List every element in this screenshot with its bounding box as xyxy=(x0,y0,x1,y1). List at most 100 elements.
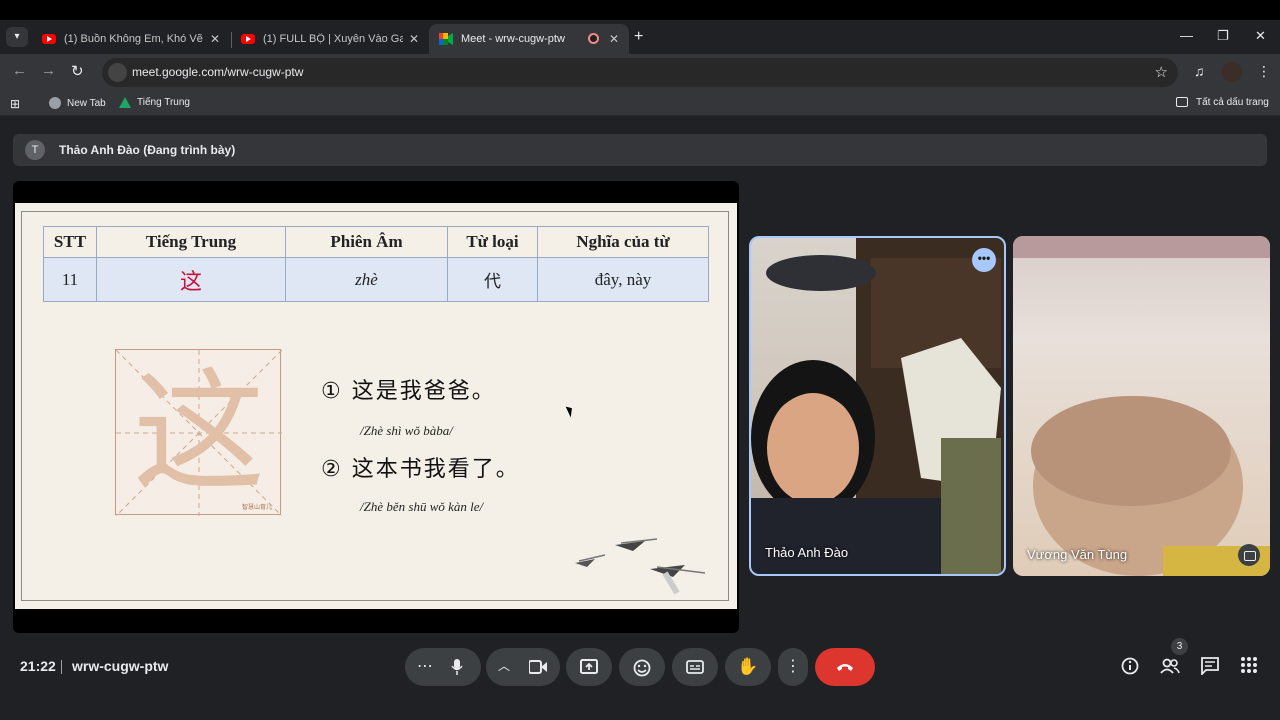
more-options-button[interactable]: ••• xyxy=(972,248,996,272)
sentence-1: ① 这是我爸爸。 xyxy=(321,379,496,404)
more-vert-icon: ⋮ xyxy=(785,658,801,675)
presenter-bar: T Thảo Anh Đào (Đang trình bày) xyxy=(13,134,1267,166)
folder-icon xyxy=(1176,97,1188,107)
reactions-button[interactable] xyxy=(619,648,665,686)
meeting-info-icon[interactable] xyxy=(1121,657,1139,680)
shared-screen: STT Tiếng Trung Phiên Âm Từ loại Nghĩa c… xyxy=(13,181,739,633)
picture-in-picture-icon[interactable] xyxy=(1238,544,1260,566)
header-tieng-trung: Tiếng Trung xyxy=(96,226,286,258)
video-feed xyxy=(1013,236,1270,576)
present-button[interactable] xyxy=(566,648,612,686)
sentence-1-pinyin: /Zhè shì wǒ bàba/ xyxy=(360,423,453,438)
url-text: meet.google.com/wrw-cugw-ptw xyxy=(132,65,304,79)
back-icon[interactable]: ← xyxy=(12,62,27,79)
chevron-up-icon[interactable]: ︿ xyxy=(498,647,510,685)
participant-name: Thảo Anh Đào xyxy=(765,545,849,560)
cranes-decoration xyxy=(575,538,706,595)
minimize-button[interactable]: — xyxy=(1180,28,1193,43)
participant-tile-vuong[interactable]: Vương Văn Tùng xyxy=(1013,236,1270,576)
people-icon[interactable] xyxy=(1160,657,1180,680)
drive-icon xyxy=(119,97,131,108)
meeting-code: wrw-cugw-ptw xyxy=(72,658,169,674)
sentence-2: ② 这本书我看了。 xyxy=(321,457,520,482)
big-character: 这 xyxy=(133,356,265,510)
video-control-group: ︿ xyxy=(486,648,560,686)
bookmark-new-tab[interactable]: New Tab xyxy=(49,97,106,109)
close-tab-icon[interactable]: ✕ xyxy=(609,32,619,46)
profile-avatar[interactable] xyxy=(1222,62,1242,82)
tab-title: Meet - wrw-cugw-ptw xyxy=(461,33,565,45)
site-info-icon[interactable] xyxy=(108,63,127,82)
microphone-icon[interactable] xyxy=(451,659,463,675)
captions-icon xyxy=(686,660,704,674)
header-stt: STT xyxy=(43,226,97,258)
people-count-badge: 3 xyxy=(1171,638,1188,655)
stamp-text: 智慧山育儿 xyxy=(241,504,272,511)
menu-icon[interactable]: ⋮ xyxy=(1257,63,1271,80)
audio-options-icon[interactable]: ⋯ xyxy=(417,648,433,686)
present-screen-icon xyxy=(580,659,598,674)
emoji-icon xyxy=(633,659,651,677)
meet-area: T Thảo Anh Đào (Đang trình bày) STT Tiến… xyxy=(0,117,1280,720)
cell-word-type: 代 xyxy=(447,257,538,302)
bookmarks-bar: ⊞ New Tab Tiếng Trung Tất cả dấu trang xyxy=(0,90,1280,116)
raise-hand-icon: ✋ xyxy=(737,657,759,676)
presenter-label: Thảo Anh Đào (Đang trình bày) xyxy=(59,143,236,157)
all-bookmarks[interactable]: Tất cả dấu trang xyxy=(1196,97,1269,108)
cell-stt: 11 xyxy=(43,257,97,302)
address-bar[interactable]: meet.google.com/wrw-cugw-ptw ☆ xyxy=(102,58,1178,87)
youtube-icon xyxy=(241,34,255,44)
tab-search-button[interactable]: ▾ xyxy=(6,27,28,47)
audio-control-group: ⋯ xyxy=(405,648,481,686)
apps-grid-icon[interactable]: ⊞ xyxy=(10,97,20,111)
media-control-icon[interactable]: ♫ xyxy=(1194,63,1205,79)
chat-icon[interactable] xyxy=(1201,657,1219,680)
video-feed xyxy=(751,238,1004,574)
raise-hand-button[interactable]: ✋ xyxy=(725,648,771,686)
end-call-icon xyxy=(837,664,853,671)
reload-icon[interactable]: ↻ xyxy=(71,62,84,80)
close-tab-icon[interactable]: ✕ xyxy=(409,32,419,46)
browser-toolbar: ← → ↻ meet.google.com/wrw-cugw-ptw ☆ ♫ ⋮ xyxy=(0,54,1280,90)
bookmark-label: New Tab xyxy=(67,97,106,109)
captions-button[interactable] xyxy=(672,648,718,686)
new-tab-button[interactable]: + xyxy=(634,28,643,46)
close-window-button[interactable]: ✕ xyxy=(1255,28,1266,44)
activities-icon[interactable] xyxy=(1241,657,1257,678)
slide: STT Tiếng Trung Phiên Âm Từ loại Nghĩa c… xyxy=(15,203,737,609)
cell-hanzi: 这 xyxy=(96,257,286,302)
meeting-time: 21:22 xyxy=(20,658,56,674)
tab-title: (1) FULL BỘ | Xuyên Vào Game xyxy=(263,33,403,45)
more-options-button[interactable]: ⋮ xyxy=(778,648,808,686)
header-tu-loai: Từ loại xyxy=(447,226,538,258)
tab-meet[interactable]: Meet - wrw-cugw-ptw ✕ xyxy=(429,24,629,54)
tab-bar: ▾ (1) Buồn Không Em, Khó Vẽ Nụ ✕ (1) FUL… xyxy=(0,20,1280,54)
camera-icon[interactable] xyxy=(529,660,547,674)
title-strip xyxy=(0,0,1280,20)
bookmark-label: Tiếng Trung xyxy=(137,97,190,108)
participant-name: Vương Văn Tùng xyxy=(1027,547,1128,562)
participant-tile-thao[interactable]: ••• Thảo Anh Đào xyxy=(749,236,1006,576)
restore-button[interactable]: ❐ xyxy=(1217,28,1229,44)
leave-call-button[interactable] xyxy=(815,648,875,686)
tab-youtube-1[interactable]: (1) Buồn Không Em, Khó Vẽ Nụ ✕ xyxy=(32,24,230,54)
presenter-avatar: T xyxy=(25,140,45,160)
recording-icon xyxy=(588,33,599,44)
close-tab-icon[interactable]: ✕ xyxy=(210,32,220,46)
youtube-icon xyxy=(42,34,56,44)
bookmark-star-icon[interactable]: ☆ xyxy=(1155,63,1168,81)
vocab-table: STT Tiếng Trung Phiên Âm Từ loại Nghĩa c… xyxy=(43,226,709,302)
bookmark-tieng-trung[interactable]: Tiếng Trung xyxy=(119,97,190,108)
all-bookmarks-label: Tất cả dấu trang xyxy=(1196,97,1269,108)
tab-youtube-2[interactable]: (1) FULL BỘ | Xuyên Vào Game ✕ xyxy=(231,24,429,54)
cell-pinyin: zhè xyxy=(285,257,448,302)
meet-icon xyxy=(439,33,453,45)
character-box: 这 智慧山育儿 xyxy=(115,349,282,516)
header-nghia: Nghĩa của từ xyxy=(537,226,709,258)
globe-icon xyxy=(49,97,61,109)
header-phien-am: Phiên Âm xyxy=(285,226,448,258)
tab-title: (1) Buồn Không Em, Khó Vẽ Nụ xyxy=(64,33,204,45)
cell-meaning: đây, này xyxy=(537,257,709,302)
sentence-2-pinyin: /Zhè běn shū wǒ kàn le/ xyxy=(360,499,484,514)
forward-icon[interactable]: → xyxy=(41,62,56,79)
